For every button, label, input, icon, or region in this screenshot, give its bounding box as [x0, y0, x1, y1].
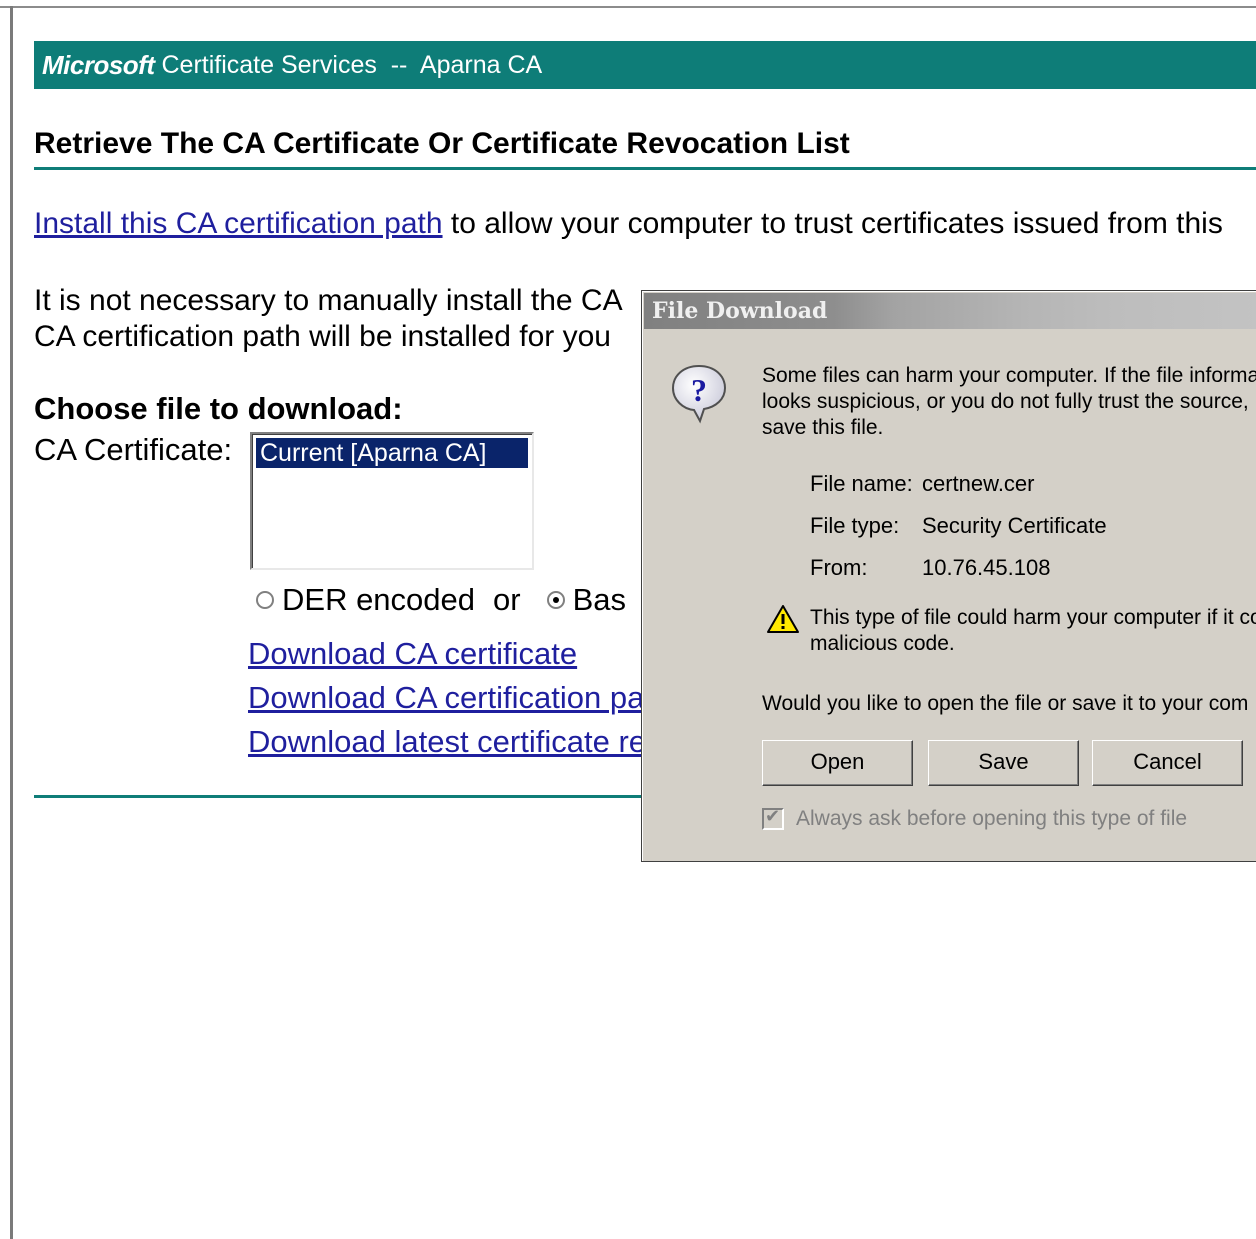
file-name-row: File name: certnew.cer: [810, 471, 1035, 497]
file-name-value: certnew.cer: [922, 471, 1035, 496]
dialog-message-line-3: save this file.: [762, 416, 884, 439]
always-ask-row: Always ask before opening this type of f…: [762, 806, 1188, 831]
brand-name: Microsoft: [42, 49, 155, 80]
file-name-label: File name:: [810, 471, 913, 496]
from-label: From:: [810, 555, 868, 580]
banner-title: Certificate Services -- Aparna CA: [161, 50, 543, 79]
warning-icon: [766, 604, 800, 639]
save-button[interactable]: Save: [928, 740, 1079, 786]
window-top-border: [0, 0, 1256, 8]
window-left-border: [10, 6, 13, 1239]
dialog-question: Would you like to open the file or save …: [762, 692, 1249, 715]
download-ca-certificate-link[interactable]: Download CA certificate: [248, 636, 577, 672]
svg-text:?: ?: [691, 372, 707, 408]
file-download-dialog: File Download ? Some files can harm your…: [641, 290, 1256, 862]
dialog-message: Some files can harm your computer. If th…: [762, 363, 1256, 441]
warning-line-1: This type of file could harm your comput…: [810, 606, 1256, 629]
note-line-1: It is not necessary to manually install …: [34, 284, 623, 317]
note-line-2: CA certification path will be installed …: [34, 320, 611, 353]
download-crl-link[interactable]: Download latest certificate re: [248, 724, 646, 760]
warning-line-2: malicious code.: [810, 632, 955, 655]
install-paragraph: Install this CA certification path to al…: [34, 207, 1223, 241]
page-title: Retrieve The CA Certificate Or Certifica…: [34, 127, 850, 160]
file-type-row: File type: Security Certificate: [810, 513, 1107, 539]
file-type-value: Security Certificate: [922, 513, 1107, 538]
base64-radio[interactable]: [546, 591, 565, 609]
bottom-divider: [34, 795, 674, 798]
ca-certificate-option-selected[interactable]: Current [Aparna CA]: [256, 438, 528, 468]
note-paragraph: It is not necessary to manually install …: [34, 283, 623, 355]
install-path-link[interactable]: Install this CA certification path: [34, 207, 443, 240]
from-row: From: 10.76.45.108: [810, 555, 1050, 581]
der-encoded-radio[interactable]: [256, 591, 274, 609]
base64-label: Bas: [572, 582, 627, 617]
from-value: 10.76.45.108: [922, 555, 1051, 580]
or-label: or: [493, 582, 521, 617]
dialog-titlebar[interactable]: File Download: [644, 293, 1256, 329]
download-ca-chain-link[interactable]: Download CA certification pa: [248, 680, 644, 716]
always-ask-checkbox[interactable]: [762, 806, 784, 830]
header-banner: Microsoft Certificate Services -- Aparna…: [34, 41, 1256, 89]
dialog-message-line-2: looks suspicious, or you do not fully tr…: [762, 390, 1249, 413]
always-ask-label: Always ask before opening this type of f…: [796, 807, 1188, 830]
warning-text: This type of file could harm your comput…: [810, 605, 1256, 657]
ca-certificate-label: CA Certificate:: [34, 432, 233, 467]
file-type-label: File type:: [810, 513, 900, 538]
choose-file-heading: Choose file to download:: [34, 391, 403, 426]
dialog-message-line-1: Some files can harm your computer. If th…: [762, 364, 1256, 387]
ca-certificate-listbox[interactable]: Current [Aparna CA]: [250, 432, 534, 570]
cancel-button[interactable]: Cancel: [1092, 740, 1243, 786]
title-divider: [34, 167, 1256, 170]
der-encoded-label: DER encoded: [282, 582, 476, 617]
open-button[interactable]: Open: [762, 740, 913, 786]
question-icon: ?: [670, 363, 728, 430]
encoding-radio-group: DER encoded or Bas: [256, 582, 626, 618]
install-paragraph-text: to allow your computer to trust certific…: [442, 207, 1223, 240]
